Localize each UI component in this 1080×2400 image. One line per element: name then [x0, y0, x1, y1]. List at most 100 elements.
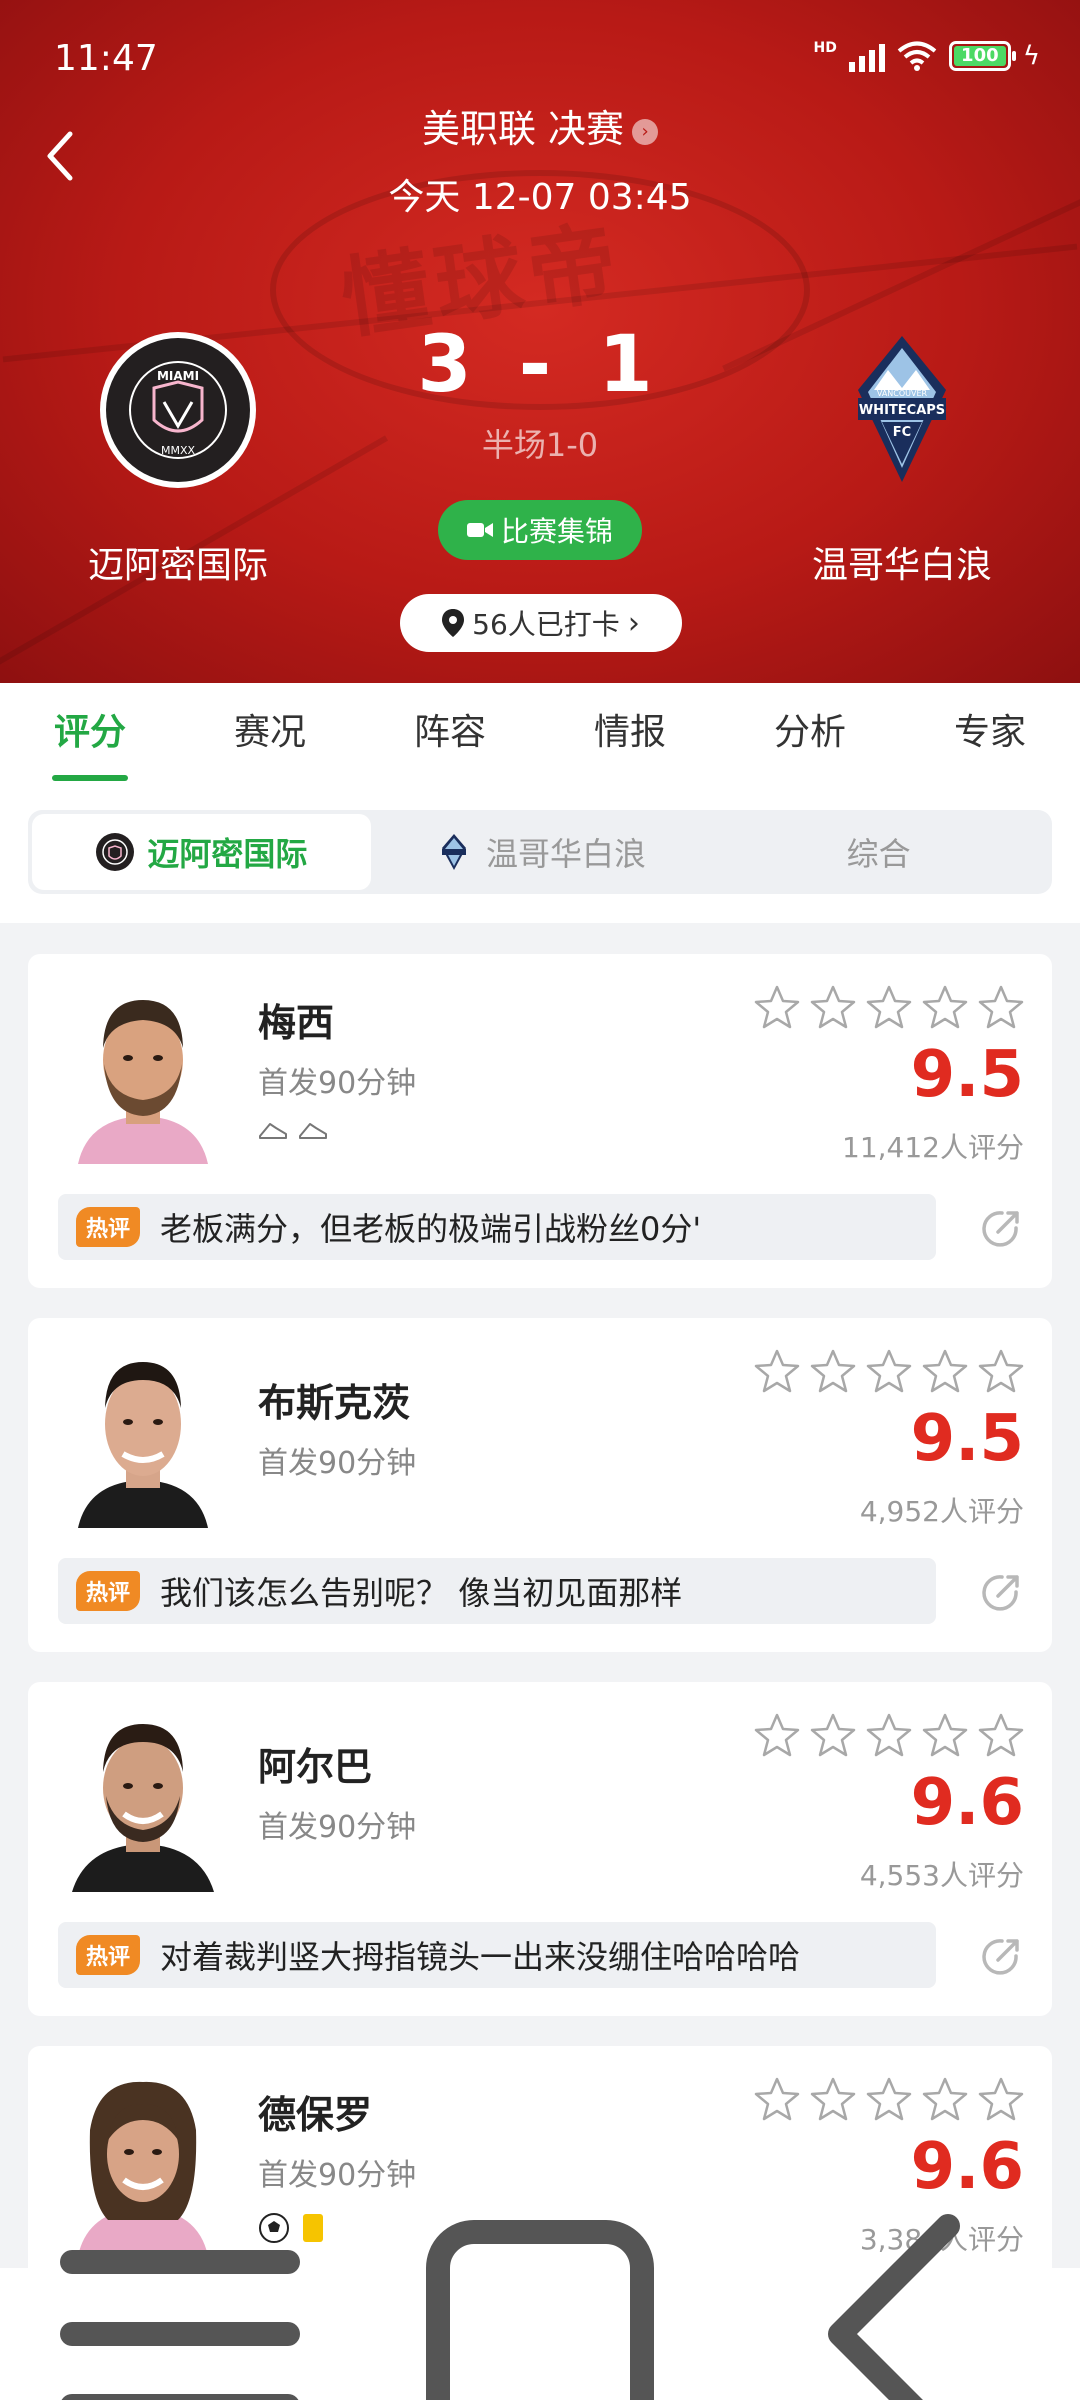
- vancouver-whitecaps-logo: VANCOUVER WHITECAPS FC: [858, 336, 946, 482]
- inter-miami-logo: [96, 833, 135, 871]
- hot-comment-tag: 热评: [76, 1935, 141, 1975]
- rating-count: 4,952人评分: [859, 1495, 1024, 1528]
- hot-comment[interactable]: 热评 我们该怎么告别呢？ 像当初见面那样: [58, 1558, 936, 1624]
- star-icon[interactable]: [978, 984, 1024, 1030]
- highlights-label: 比赛集锦: [500, 515, 613, 548]
- star-icon[interactable]: [922, 1348, 968, 1394]
- hot-comment-text: 对着裁判竖大拇指镜头一出来没绷住哈哈哈哈: [160, 1938, 801, 1976]
- star-icon[interactable]: [754, 984, 800, 1030]
- hot-comment-tag: 热评: [76, 1207, 141, 1247]
- match-header: 懂球帝 11:47 HD 100 ϟ 美职联 决赛 › 今天 12-07 03:4…: [0, 0, 1080, 683]
- rating-count: 11,412人评分: [842, 1131, 1024, 1164]
- away-team-name: 温哥华白浪: [811, 545, 992, 586]
- rating-stars[interactable]: [754, 1712, 1024, 1758]
- hot-comment[interactable]: 热评 对着裁判竖大拇指镜头一出来没绷住哈哈哈哈: [58, 1922, 936, 1988]
- network-type: HD: [813, 40, 837, 56]
- star-icon[interactable]: [810, 984, 856, 1030]
- team-switch-all[interactable]: 综合: [709, 814, 1048, 890]
- menu-icon[interactable]: [0, 2154, 360, 2400]
- star-icon[interactable]: [866, 1348, 912, 1394]
- player-score: 9.6: [910, 1766, 1024, 1840]
- rating-count: 4,553人评分: [859, 1859, 1024, 1892]
- star-icon[interactable]: [866, 1712, 912, 1758]
- back-nav-icon[interactable]: [720, 2154, 1080, 2400]
- rating-stars[interactable]: [754, 1348, 1024, 1394]
- player-event-icons: [258, 1120, 328, 1142]
- hot-comment-text: 老板满分，但老板的极端引战粉丝0分': [160, 1210, 702, 1248]
- hot-comment-text: 我们该怎么告别呢？ 像当初见面那样: [160, 1574, 683, 1612]
- tab-live[interactable]: 赛况: [180, 683, 360, 783]
- player-score: 9.5: [910, 1038, 1024, 1112]
- star-icon[interactable]: [754, 1712, 800, 1758]
- rating-stars[interactable]: [754, 2076, 1024, 2122]
- player-name: 德保罗: [258, 2093, 373, 2137]
- tab-lineup[interactable]: 阵容: [360, 683, 540, 783]
- team-switch-all-label: 综合: [846, 835, 911, 873]
- chevron-right-icon: ›: [632, 118, 659, 145]
- system-nav-bar: [0, 2214, 1080, 2400]
- charging-icon: ϟ: [1022, 41, 1040, 71]
- video-camera-icon: [466, 523, 493, 537]
- wifi-icon: [897, 41, 937, 71]
- star-icon[interactable]: [810, 1348, 856, 1394]
- hot-comment[interactable]: 热评 老板满分，但老板的极端引战粉丝0分': [58, 1194, 936, 1260]
- player-card[interactable]: 梅西 首发90分钟 9.5 11,412人评分 热评 老板满分，但老板的极端引战…: [28, 954, 1052, 1288]
- away-team[interactable]: VANCOUVER WHITECAPS FC 温哥华白浪: [752, 330, 1052, 588]
- star-icon[interactable]: [922, 984, 968, 1030]
- star-icon[interactable]: [866, 2076, 912, 2122]
- player-minutes: 首发90分钟: [258, 1810, 417, 1845]
- logo-text: FC: [893, 425, 911, 440]
- player-minutes: 首发90分钟: [258, 1446, 417, 1481]
- league-title[interactable]: 美职联 决赛 ›: [0, 98, 1080, 153]
- battery-level: 100: [953, 46, 1006, 66]
- star-icon[interactable]: [866, 984, 912, 1030]
- logo-text: WHITECAPS: [859, 403, 945, 418]
- star-icon[interactable]: [810, 1712, 856, 1758]
- team-switch-away[interactable]: 温哥华白浪: [371, 814, 710, 890]
- player-avatar: [78, 1000, 208, 1164]
- status-icons: HD 100 ϟ: [813, 40, 1040, 72]
- player-name: 布斯克茨: [258, 1381, 411, 1425]
- tab-bar: 评分 赛况 阵容 情报 分析 专家: [0, 683, 1080, 783]
- star-icon[interactable]: [754, 2076, 800, 2122]
- highlights-button[interactable]: 比赛集锦: [438, 500, 642, 560]
- share-icon[interactable]: [976, 1932, 1026, 1982]
- player-card[interactable]: 布斯克茨 首发90分钟 9.5 4,952人评分 热评 我们该怎么告别呢？ 像当…: [28, 1318, 1052, 1652]
- player-card[interactable]: 阿尔巴 首发90分钟 9.6 4,553人评分 热评 对着裁判竖大拇指镜头一出来…: [28, 1682, 1052, 2016]
- star-icon[interactable]: [978, 2076, 1024, 2122]
- share-icon[interactable]: [976, 1204, 1026, 1254]
- player-avatar: [72, 1724, 214, 1892]
- star-icon[interactable]: [978, 1348, 1024, 1394]
- tab-expert[interactable]: 专家: [900, 683, 1080, 783]
- tab-analysis[interactable]: 分析: [720, 683, 900, 783]
- signal-icon: [848, 40, 885, 72]
- player-minutes: 首发90分钟: [258, 1066, 417, 1101]
- tab-rating[interactable]: 评分: [0, 683, 180, 783]
- location-pin-icon: [442, 609, 465, 637]
- player-avatar: [78, 1362, 208, 1528]
- home-team-name: 迈阿密国际: [87, 545, 268, 586]
- league-label: 美职联 决赛: [421, 107, 625, 151]
- star-icon[interactable]: [754, 1348, 800, 1394]
- checkin-label: 56人已打卡: [472, 608, 620, 641]
- boot-icon: [259, 1123, 287, 1139]
- vancouver-whitecaps-logo: [442, 834, 466, 870]
- chevron-right-icon: ›: [627, 605, 640, 641]
- player-score: 9.5: [910, 1402, 1024, 1476]
- star-icon[interactable]: [922, 2076, 968, 2122]
- match-datetime: 今天 12-07 03:45: [388, 177, 692, 218]
- battery-icon: 100: [948, 41, 1016, 71]
- player-name: 阿尔巴: [258, 1745, 373, 1789]
- logo-text: VANCOUVER: [877, 389, 928, 398]
- team-switch-away-label: 温哥华白浪: [486, 835, 647, 873]
- tab-intel[interactable]: 情报: [540, 683, 720, 783]
- team-switch-home[interactable]: 迈阿密国际: [32, 814, 371, 890]
- star-icon[interactable]: [922, 1712, 968, 1758]
- checkin-button[interactable]: 56人已打卡 ›: [400, 594, 682, 652]
- rating-stars[interactable]: [754, 984, 1024, 1030]
- team-switch: 迈阿密国际 温哥华白浪 综合: [28, 810, 1052, 894]
- star-icon[interactable]: [978, 1712, 1024, 1758]
- star-icon[interactable]: [810, 2076, 856, 2122]
- home-icon[interactable]: [360, 2154, 720, 2400]
- share-icon[interactable]: [976, 1568, 1026, 1618]
